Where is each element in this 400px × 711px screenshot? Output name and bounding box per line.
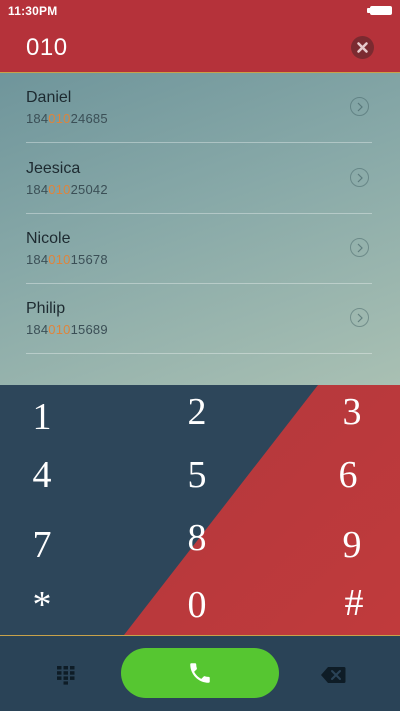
contact-detail-button[interactable]	[350, 168, 369, 187]
battery-icon	[367, 6, 392, 15]
divider	[26, 353, 372, 354]
number-suffix: 15689	[70, 322, 108, 337]
number-suffix: 25042	[70, 182, 108, 197]
contact-item-daniel[interactable]: Daniel 18401024685	[0, 73, 400, 143]
chevron-right-icon	[357, 173, 363, 183]
call-button[interactable]	[121, 648, 279, 698]
number-prefix: 184	[26, 182, 49, 197]
contact-number: 18401015678	[26, 252, 108, 267]
contact-detail-button[interactable]	[350, 97, 369, 116]
contact-item-philip[interactable]: Philip 18401015689	[0, 284, 400, 354]
search-header	[0, 22, 400, 73]
chevron-right-icon	[357, 243, 363, 253]
key-2[interactable]: 2	[142, 385, 252, 442]
key-1[interactable]: 1	[0, 387, 97, 447]
status-bar: 11:30PM	[0, 0, 400, 22]
dial-number-input[interactable]	[26, 33, 326, 63]
key-4[interactable]: 4	[0, 445, 97, 505]
key-8[interactable]: 8	[142, 508, 252, 568]
number-match-highlight: 010	[48, 182, 71, 197]
dialer-action-bar	[0, 635, 400, 711]
close-icon	[357, 42, 368, 53]
dial-keypad: 1 2 3 4 5 6 7 8 9 * 0 #	[0, 385, 400, 635]
number-suffix: 15678	[70, 252, 108, 267]
key-star[interactable]: *	[0, 575, 97, 635]
number-suffix: 24685	[70, 111, 108, 126]
contact-detail-button[interactable]	[350, 238, 369, 257]
chevron-right-icon	[357, 102, 363, 112]
contact-name: Daniel	[26, 89, 72, 106]
number-match-highlight: 010	[48, 252, 71, 267]
contact-number: 18401024685	[26, 111, 108, 126]
key-7[interactable]: 7	[0, 515, 97, 575]
contact-number: 18401025042	[26, 182, 108, 197]
phone-icon	[190, 663, 210, 683]
dialer-screen: 11:30PM Daniel 18401024685 Jeesica 18401…	[0, 0, 400, 711]
number-prefix: 184	[26, 322, 49, 337]
key-5[interactable]: 5	[142, 445, 252, 505]
number-prefix: 184	[26, 252, 49, 267]
key-0[interactable]: 0	[142, 575, 252, 635]
contact-number: 18401015689	[26, 322, 108, 337]
key-3[interactable]: 3	[297, 385, 400, 442]
number-match-highlight: 010	[48, 322, 71, 337]
contact-results-list: Daniel 18401024685 Jeesica 18401025042 N…	[0, 73, 400, 385]
contact-item-jeesica[interactable]: Jeesica 18401025042	[0, 144, 400, 214]
key-6[interactable]: 6	[293, 445, 400, 505]
backspace-icon	[321, 667, 346, 683]
contact-detail-button[interactable]	[350, 308, 369, 327]
contact-name: Jeesica	[26, 160, 81, 177]
key-hash[interactable]: #	[299, 573, 400, 633]
contact-name: Philip	[26, 300, 66, 317]
chevron-right-icon	[357, 313, 363, 323]
contact-item-nicole[interactable]: Nicole 18401015678	[0, 214, 400, 284]
contact-name: Nicole	[26, 230, 71, 247]
backspace-button[interactable]	[320, 666, 346, 684]
divider	[26, 142, 372, 143]
key-9[interactable]: 9	[297, 515, 400, 575]
dialpad-icon	[57, 666, 75, 685]
number-prefix: 184	[26, 111, 49, 126]
clear-button[interactable]	[351, 36, 374, 59]
dialpad-toggle-button[interactable]	[56, 665, 76, 685]
status-time: 11:30PM	[8, 4, 58, 18]
number-match-highlight: 010	[48, 111, 71, 126]
